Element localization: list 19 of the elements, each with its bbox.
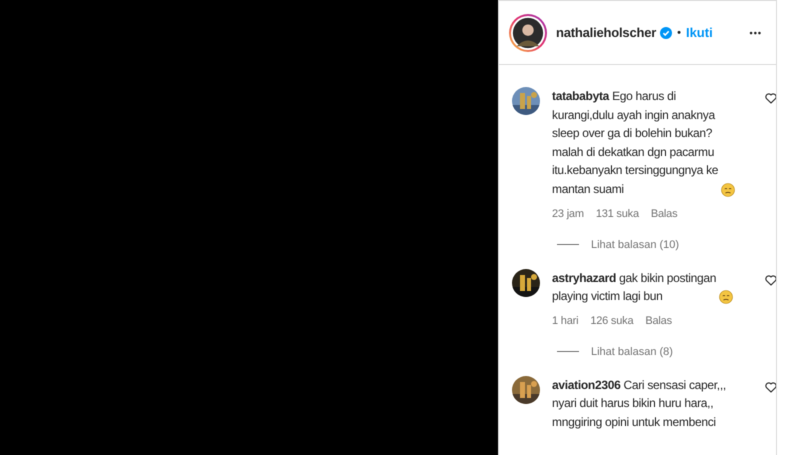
like-count: 126 suka [590,314,634,327]
comment-text: aviation2306 Cari sensasi caper,,, nyari duit harus bikin huru hara,, mnggiring opini untuk membenci [552,376,726,431]
comment-time: 23 jam [552,208,584,220]
heart-icon[interactable] [765,382,776,393]
reply-link[interactable]: Balas [650,208,678,220]
more-options-button[interactable]: ••• [750,26,762,40]
username[interactable]: nathalieholscher [556,25,656,40]
like-count: 131 suka [596,208,639,220]
comment-text: astryhazard gak bikin postingan playing victim lagi bun [552,270,716,306]
comment-text: tatababyta Ego harus di kurangi,dulu ayah ingin anaknya sleep over ga di bolehin bukan? malah di dekatkan dgn pacarmu itu.kebanyakn tersinggungnya ke mantan suami [552,88,718,198]
view-replies-link[interactable]: Lihat balasan (8) [591,346,673,358]
profile-avatar[interactable] [509,14,547,52]
reply-link[interactable]: Balas [645,314,672,327]
heart-icon[interactable] [765,274,776,286]
separator-dot: • [677,26,681,38]
heart-icon[interactable] [765,93,776,104]
view-replies-link[interactable]: Lihat balasan (10) [591,238,680,251]
comment-time: 1 hari [552,314,578,327]
follow-link[interactable]: Ikuti [686,25,713,40]
